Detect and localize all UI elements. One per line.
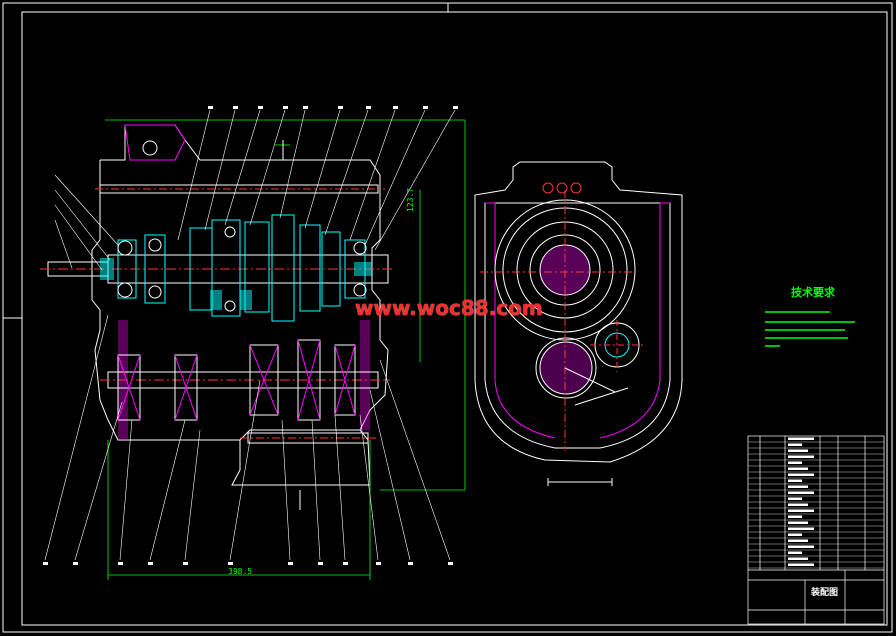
parts-row-entry [788, 539, 808, 542]
parts-row-entry [788, 503, 808, 506]
parts-row-entry [788, 461, 802, 464]
parts-row-entry [788, 449, 808, 452]
parts-row-entry [788, 437, 814, 440]
parts-row-entry [788, 509, 814, 512]
technical-notes-lines [765, 311, 855, 347]
drawing-title: 装配图 [811, 588, 839, 598]
front-section-view [40, 106, 466, 580]
parts-row-entry [788, 497, 802, 500]
overall-length-dimension: 398.5 [228, 567, 253, 576]
technical-requirements-title: 技术要求 [791, 286, 835, 299]
site-watermark: www.woc88.com [355, 296, 543, 320]
parts-row-entry [788, 557, 808, 560]
parts-row-entry [788, 467, 808, 470]
parts-row-entry [788, 563, 814, 566]
parts-row-entry [788, 527, 814, 530]
parts-row-entry [788, 473, 814, 476]
parts-row-entry [788, 455, 814, 458]
parts-list-entries [788, 437, 814, 566]
parts-list-rows [748, 441, 884, 569]
parts-row-entry [788, 491, 814, 494]
parts-row-entry [788, 545, 814, 548]
parts-row-entry [788, 443, 802, 446]
parts-row-entry [788, 551, 802, 554]
side-view [474, 161, 683, 486]
parts-row-entry [788, 479, 802, 482]
parts-row-entry [788, 485, 808, 488]
parts-row-entry [788, 533, 802, 536]
parts-row-entry [788, 515, 802, 518]
upper-height-dimension: 123.7 [406, 187, 415, 212]
parts-row-entry [788, 521, 808, 524]
